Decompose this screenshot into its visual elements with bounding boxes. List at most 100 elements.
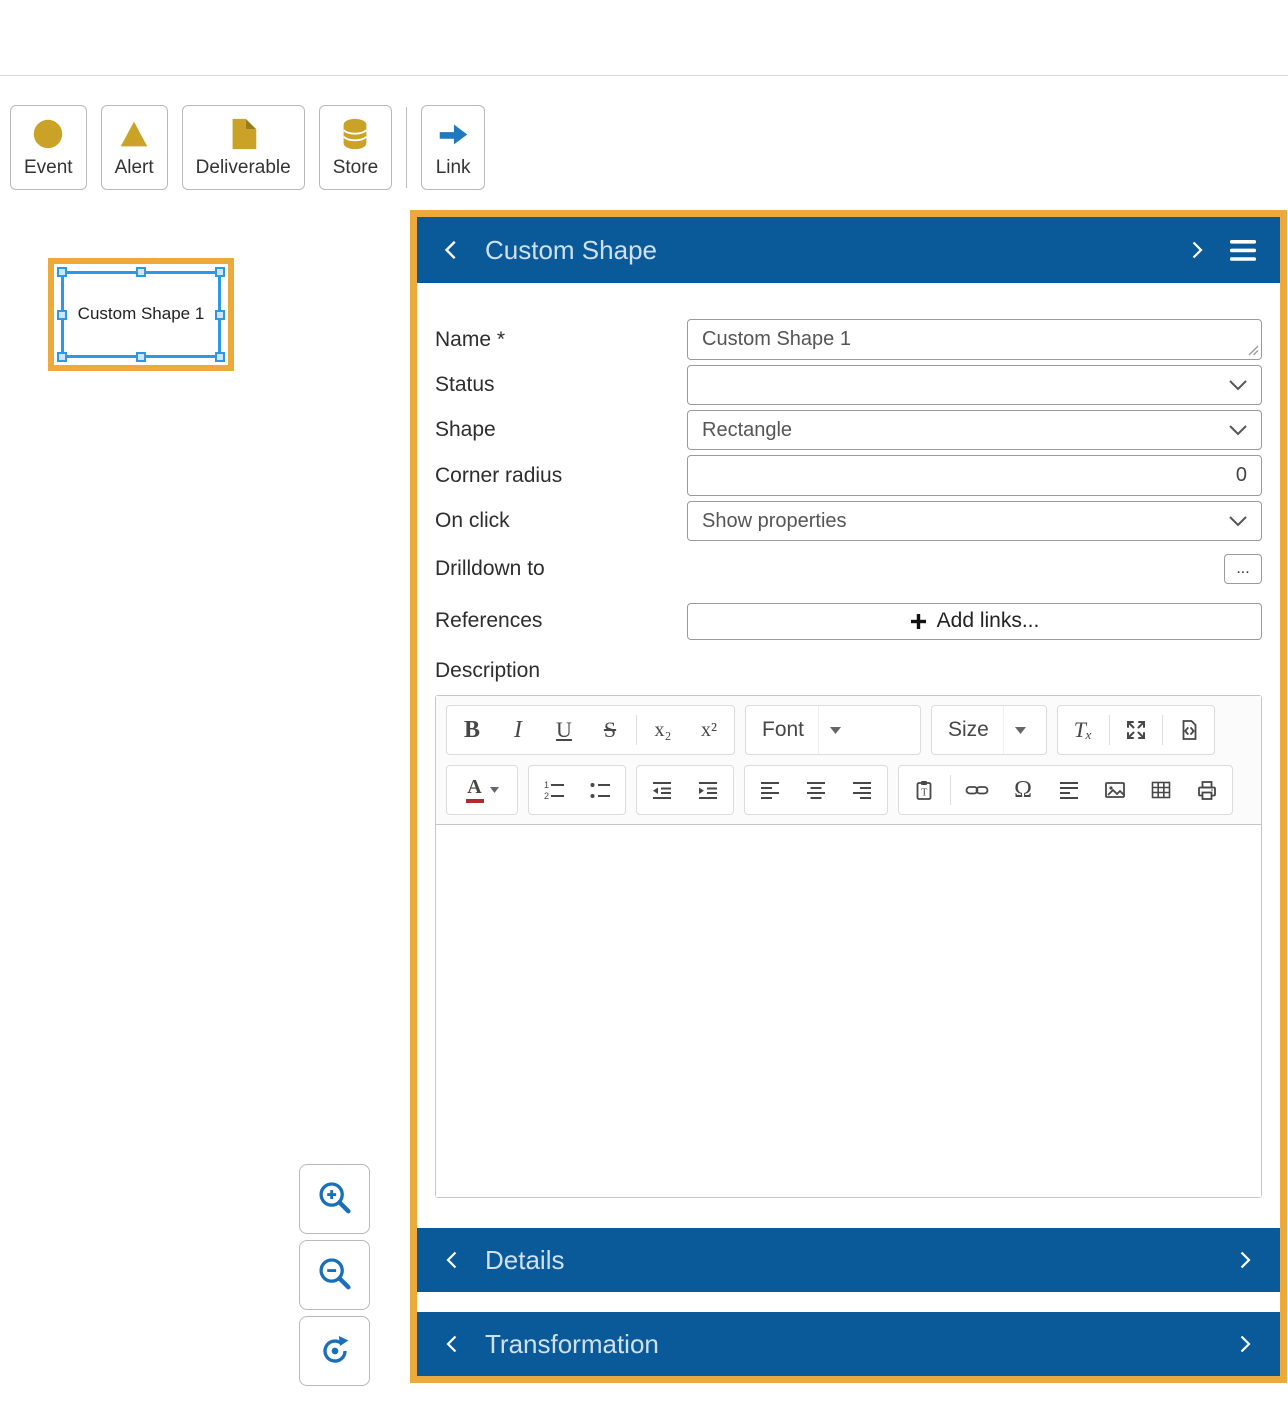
italic-button[interactable]: I	[495, 707, 541, 753]
event-circle-icon	[30, 116, 66, 152]
size-combo-label: Size	[948, 718, 989, 742]
toolbar-separator	[406, 107, 407, 188]
resize-handle-sw[interactable]	[57, 352, 67, 362]
add-links-label: Add links...	[937, 609, 1040, 633]
tool-alert-label: Alert	[115, 157, 154, 179]
on-click-label: On click	[435, 509, 687, 533]
expand-right-icon[interactable]	[1234, 1248, 1254, 1272]
tool-deliverable-label: Deliverable	[196, 157, 291, 179]
text-color-a-icon: A	[466, 777, 484, 803]
zoom-reset-icon	[315, 1331, 355, 1371]
add-links-button[interactable]: Add links...	[687, 603, 1262, 640]
source-code-button[interactable]	[1166, 707, 1212, 753]
deliverable-document-icon	[225, 116, 261, 152]
resize-handle-se[interactable]	[215, 352, 225, 362]
description-label: Description	[435, 659, 1262, 683]
tool-deliverable-button[interactable]: Deliverable	[182, 105, 305, 190]
corner-radius-input[interactable]	[687, 455, 1262, 496]
paste-text-button[interactable]: T	[901, 767, 947, 813]
font-combo[interactable]: Font	[745, 705, 921, 755]
decrease-indent-button[interactable]	[639, 767, 685, 813]
zoom-reset-button[interactable]	[299, 1316, 370, 1386]
tool-event-label: Event	[24, 157, 73, 179]
indent-group	[636, 765, 734, 815]
text-style-group: B I U S x₂ x²	[446, 705, 735, 755]
caret-down-icon	[1003, 706, 1037, 754]
tool-link-button[interactable]: Link	[421, 105, 485, 190]
expand-right-icon[interactable]	[1186, 237, 1206, 263]
collapse-left-icon[interactable]	[441, 237, 463, 263]
resize-handle-w[interactable]	[57, 310, 67, 320]
zoom-in-button[interactable]	[299, 1164, 370, 1234]
resize-handle-s[interactable]	[136, 352, 146, 362]
properties-panel: Custom Shape Name *	[410, 210, 1287, 1383]
strikethrough-button[interactable]: S	[587, 707, 633, 753]
remove-format-button[interactable]: Tₓ	[1060, 707, 1106, 753]
tool-store-button[interactable]: Store	[319, 105, 392, 190]
format-tools-group: Tₓ	[1057, 705, 1215, 755]
resize-handle-ne[interactable]	[215, 267, 225, 277]
svg-text:1: 1	[544, 780, 549, 790]
selected-shape[interactable]: Custom Shape 1	[48, 258, 234, 371]
on-click-value: Show properties	[702, 510, 847, 533]
insert-table-button[interactable]	[1138, 767, 1184, 813]
drilldown-browse-button[interactable]: ...	[1224, 554, 1262, 584]
increase-indent-button[interactable]	[685, 767, 731, 813]
size-combo[interactable]: Size	[931, 705, 1047, 755]
superscript-button[interactable]: x²	[686, 707, 732, 753]
insert-image-button[interactable]	[1092, 767, 1138, 813]
on-click-row: On click Show properties	[435, 501, 1262, 541]
align-group	[744, 765, 888, 815]
references-label: References	[435, 609, 687, 633]
description-textarea[interactable]	[436, 825, 1261, 1197]
status-label: Status	[435, 373, 687, 397]
name-input[interactable]	[687, 319, 1262, 360]
caret-down-icon	[490, 787, 499, 793]
resize-handle-e[interactable]	[215, 310, 225, 320]
toolbar-divider	[1162, 715, 1163, 745]
bold-button[interactable]: B	[449, 707, 495, 753]
status-select[interactable]	[687, 365, 1262, 405]
align-center-button[interactable]	[793, 767, 839, 813]
description-editor: B I U S x₂ x² Font	[435, 695, 1262, 1198]
bulleted-list-button[interactable]	[577, 767, 623, 813]
drilldown-row: Drilldown to ...	[435, 546, 1262, 592]
collapse-left-icon[interactable]	[443, 1248, 463, 1272]
insert-link-button[interactable]	[954, 767, 1000, 813]
details-section-label: Details	[485, 1245, 1234, 1276]
transformation-section-bar[interactable]: Transformation	[417, 1312, 1280, 1376]
top-divider	[0, 75, 1288, 76]
name-row: Name *	[435, 319, 1262, 360]
shape-value: Rectangle	[702, 419, 792, 442]
references-row: References Add links...	[435, 597, 1262, 645]
expand-right-icon[interactable]	[1234, 1332, 1254, 1356]
numbered-list-button[interactable]: 1 2	[531, 767, 577, 813]
blockquote-button[interactable]	[1046, 767, 1092, 813]
chevron-down-icon	[1228, 424, 1248, 436]
maximize-button[interactable]	[1113, 707, 1159, 753]
resize-handle-n[interactable]	[136, 267, 146, 277]
align-right-button[interactable]	[839, 767, 885, 813]
special-char-button[interactable]: Ω	[1000, 767, 1046, 813]
zoom-in-icon	[315, 1179, 355, 1219]
shape-select[interactable]: Rectangle	[687, 410, 1262, 450]
resize-handle-nw[interactable]	[57, 267, 67, 277]
svg-text:T: T	[921, 788, 927, 799]
text-color-button[interactable]: A	[449, 767, 515, 813]
collapse-left-icon[interactable]	[443, 1332, 463, 1356]
details-section-bar[interactable]: Details	[417, 1228, 1280, 1292]
align-left-button[interactable]	[747, 767, 793, 813]
print-button[interactable]	[1184, 767, 1230, 813]
menu-hamburger-icon[interactable]	[1230, 240, 1256, 261]
shape-row: Shape Rectangle	[435, 410, 1262, 450]
subscript-button[interactable]: x₂	[640, 707, 686, 753]
zoom-out-button[interactable]	[299, 1240, 370, 1310]
panel-header: Custom Shape	[417, 217, 1280, 283]
chevron-down-icon	[1228, 515, 1248, 527]
shape-rectangle[interactable]: Custom Shape 1	[61, 271, 221, 358]
tool-event-button[interactable]: Event	[10, 105, 87, 190]
tool-alert-button[interactable]: Alert	[101, 105, 168, 190]
underline-button[interactable]: U	[541, 707, 587, 753]
insert-group: T Ω	[898, 765, 1233, 815]
on-click-select[interactable]: Show properties	[687, 501, 1262, 541]
